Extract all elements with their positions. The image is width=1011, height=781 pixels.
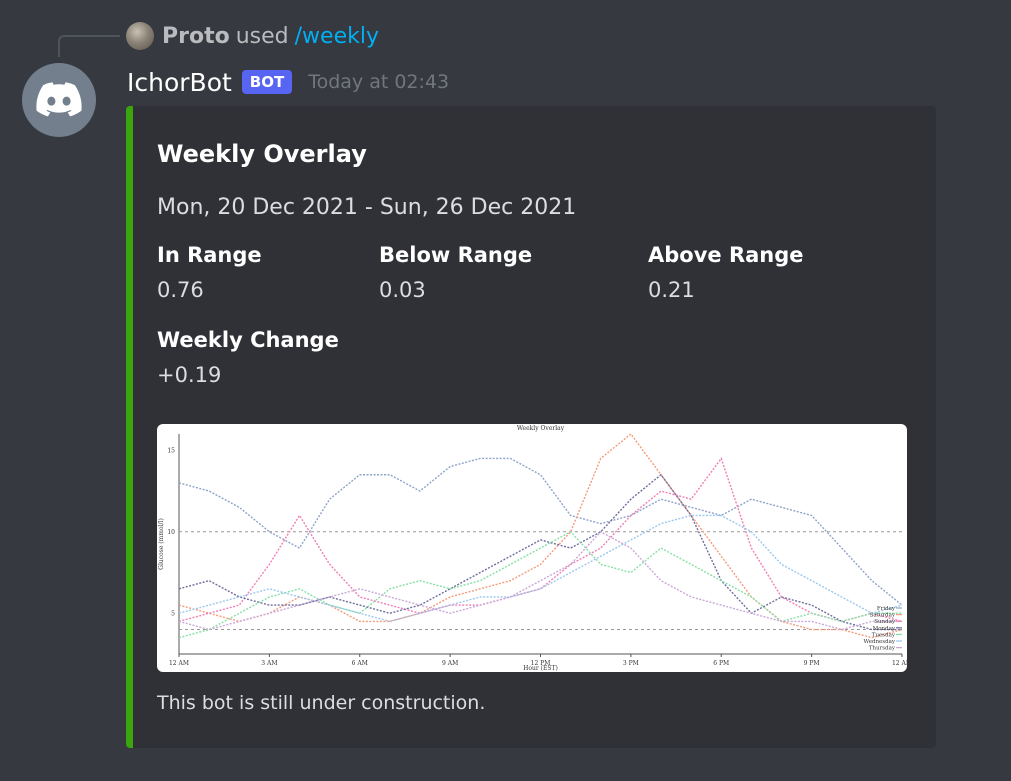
- embed-image-chart[interactable]: 12 AM3 AM6 AM9 AM12 PM3 PM6 PM9 PM12 AM5…: [157, 424, 907, 672]
- legend-label: Tuesday: [872, 632, 896, 638]
- x-tick-label: 9 AM: [442, 660, 458, 667]
- field-in-range: In Range 0.76: [157, 243, 262, 302]
- legend-label: Wednesday: [863, 639, 895, 645]
- reply-connector: [58, 35, 120, 57]
- series-line: [178, 530, 902, 631]
- field-name: Below Range: [379, 243, 533, 267]
- field-name: Above Range: [648, 243, 804, 267]
- x-tick-label: 6 AM: [352, 660, 368, 667]
- y-axis-label: Glucose (mmol/l): [158, 518, 165, 570]
- embed-description: Mon, 20 Dec 2021 - Sun, 26 Dec 2021: [157, 195, 577, 220]
- field-weekly-change: Weekly Change +0.19: [157, 328, 339, 387]
- x-axis-label: Hour (EST): [523, 665, 558, 672]
- field-above-range: Above Range 0.21: [648, 243, 804, 302]
- field-value: 0.21: [648, 278, 695, 302]
- field-value: +0.19: [157, 363, 222, 387]
- chart-title: Weekly Overlay: [517, 425, 565, 432]
- y-tick-label: 15: [167, 447, 175, 454]
- reply-used-text: used: [235, 23, 289, 49]
- series-line: [178, 432, 903, 639]
- field-below-range: Below Range 0.03: [379, 243, 532, 302]
- series-line: [178, 473, 902, 631]
- legend-label: Saturday: [870, 613, 896, 619]
- bot-avatar[interactable]: [22, 63, 96, 137]
- x-tick-label: 12 AM: [169, 660, 189, 667]
- x-tick-label: 9 PM: [804, 660, 820, 667]
- field-value: 0.76: [157, 278, 204, 302]
- discord-logo-icon: [36, 82, 82, 117]
- message-header: IchorBot BOT Today at 02:43: [127, 64, 449, 100]
- legend-label: Friday: [877, 606, 896, 612]
- y-tick-label: 5: [171, 610, 175, 617]
- legend-label: Monday: [873, 626, 896, 632]
- field-name: Weekly Change: [157, 328, 339, 352]
- embed-title: Weekly Overlay: [157, 140, 367, 168]
- message-timestamp[interactable]: Today at 02:43: [308, 71, 449, 93]
- legend-label: Sunday: [874, 619, 896, 625]
- bot-tag-badge: BOT: [241, 70, 293, 94]
- reply-username[interactable]: Proto: [162, 24, 230, 49]
- reply-header[interactable]: Proto used /weekly: [126, 20, 379, 52]
- bot-username[interactable]: IchorBot: [127, 68, 232, 97]
- embed-card: Weekly Overlay Mon, 20 Dec 2021 - Sun, 2…: [126, 106, 936, 748]
- weekly-overlay-chart: 12 AM3 AM6 AM9 AM12 PM3 PM6 PM9 PM12 AM5…: [158, 425, 907, 672]
- y-tick-label: 10: [167, 529, 175, 536]
- field-name: In Range: [157, 243, 262, 267]
- reply-command[interactable]: /weekly: [295, 24, 379, 49]
- x-tick-label: 3 PM: [623, 660, 639, 667]
- x-tick-label: 6 PM: [713, 660, 729, 667]
- field-value: 0.03: [379, 278, 426, 302]
- x-tick-label: 12 AM: [892, 660, 907, 667]
- reply-user-avatar[interactable]: [126, 22, 154, 50]
- series-line: [178, 530, 902, 639]
- x-tick-label: 3 AM: [261, 660, 277, 667]
- legend-label: Thursday: [869, 646, 896, 652]
- embed-footer: This bot is still under construction.: [157, 692, 486, 714]
